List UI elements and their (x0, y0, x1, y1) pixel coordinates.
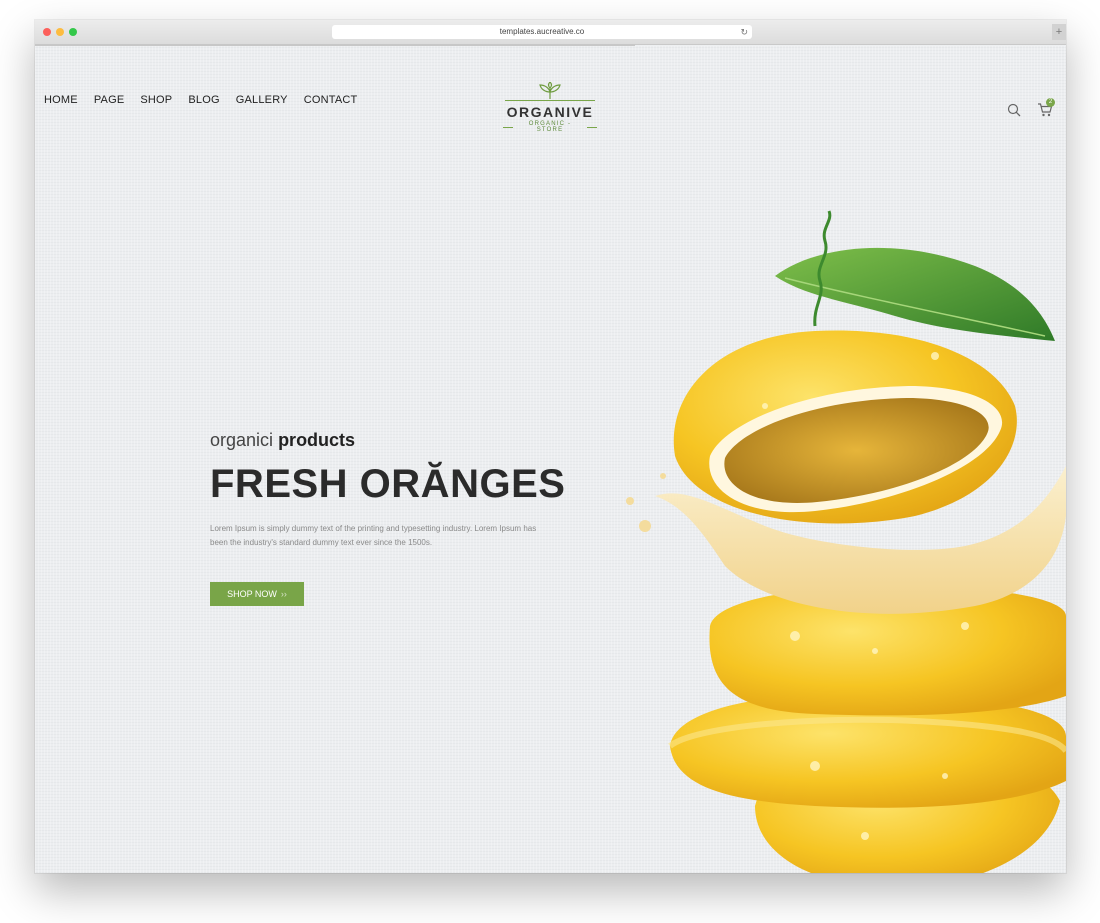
new-tab-button[interactable]: + (1052, 24, 1066, 40)
page-viewport: HOME PAGE SHOP BLOG GALLERY CONTACT ORGA… (35, 46, 1066, 873)
address-url: templates.aucreative.co (499, 27, 585, 36)
hero-eyebrow-bold: products (278, 430, 356, 450)
nav-gallery[interactable]: GALLERY (236, 94, 288, 106)
site-logo[interactable]: ORGANIVE ORGANIC - STORE (503, 82, 597, 133)
nav-shop[interactable]: SHOP (140, 94, 172, 106)
hero-body-text: Lorem Ipsum is simply dummy text of the … (210, 524, 537, 547)
reload-icon[interactable]: ↻ (740, 25, 748, 39)
hero-eyebrow-light: organici (210, 430, 274, 450)
minimize-window-button[interactable] (56, 28, 64, 36)
close-window-button[interactable] (43, 28, 51, 36)
search-icon[interactable] (1007, 103, 1021, 117)
logo-rule (505, 100, 595, 101)
shop-now-label: SHOP NOW (227, 589, 277, 599)
hero-title: FRESH ORĂNGES (210, 462, 566, 506)
main-nav: HOME PAGE SHOP BLOG GALLERY CONTACT (44, 94, 373, 106)
cart-count-badge: 2 (1046, 98, 1055, 107)
leaf-icon (539, 82, 561, 99)
browser-window: templates.aucreative.co ↻ + HOME PAGE SH… (35, 20, 1066, 873)
shop-now-button[interactable]: SHOP NOW ›› (210, 582, 304, 606)
nav-home[interactable]: HOME (44, 94, 78, 106)
browser-titlebar: templates.aucreative.co ↻ + (35, 20, 1066, 45)
logo-tagline-dash (503, 126, 513, 128)
nav-contact[interactable]: CONTACT (304, 94, 358, 106)
logo-tagline: ORGANIC - STORE (528, 121, 572, 133)
nav-blog[interactable]: BLOG (188, 94, 219, 106)
logo-tagline-row: ORGANIC - STORE (503, 121, 597, 133)
logo-name: ORGANIVE (506, 104, 594, 120)
logo-tagline-dash (587, 126, 597, 128)
nav-page[interactable]: PAGE (94, 94, 125, 106)
hero-eyebrow: organici products (210, 430, 355, 451)
orange-hero-image (626, 210, 1066, 873)
address-bar[interactable]: templates.aucreative.co ↻ (332, 25, 752, 39)
chevron-right-icon: ›› (280, 589, 287, 599)
zoom-window-button[interactable] (69, 28, 77, 36)
